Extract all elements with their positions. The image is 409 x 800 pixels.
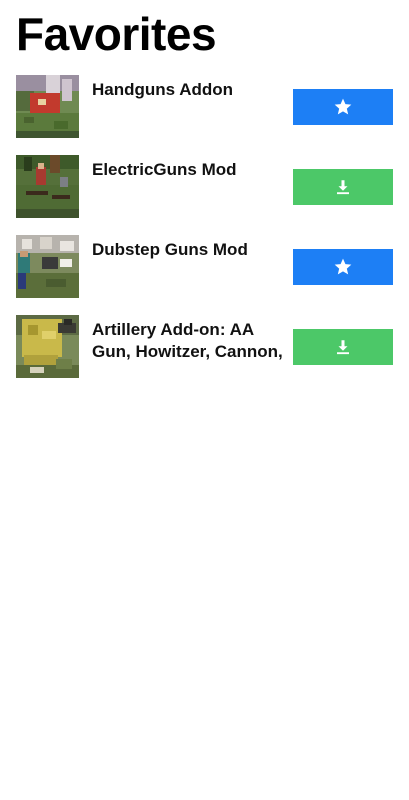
- favorite-button[interactable]: [293, 249, 393, 285]
- star-icon: [334, 258, 352, 275]
- list-item[interactable]: Dubstep Guns Mod: [0, 235, 409, 315]
- item-title: Dubstep Guns Mod: [92, 240, 248, 259]
- item-title: Handguns Addon: [92, 80, 234, 99]
- electricguns-thumbnail-image: [16, 155, 79, 218]
- list-item[interactable]: Artillery Add-on: AA Gun, Howitzer, Cann…: [0, 315, 409, 395]
- download-button[interactable]: [293, 329, 393, 365]
- item-thumbnail[interactable]: [16, 75, 79, 138]
- dubstepguns-thumbnail-image: [16, 235, 79, 298]
- download-icon: [337, 180, 349, 195]
- artillery-thumbnail-image: [16, 315, 79, 378]
- star-icon: [334, 98, 352, 115]
- item-title: ElectricGuns Mod: [92, 160, 237, 179]
- item-thumbnail[interactable]: [16, 315, 79, 378]
- item-thumbnail[interactable]: [16, 155, 79, 218]
- download-button[interactable]: [293, 169, 393, 205]
- page-title: Favorites: [16, 8, 217, 60]
- item-thumbnail[interactable]: [16, 235, 79, 298]
- item-title: Artillery Add-on: AA Gun, Howitzer, Cann…: [92, 320, 283, 361]
- favorite-button[interactable]: [293, 89, 393, 125]
- list-item[interactable]: Handguns Addon: [0, 75, 409, 155]
- handguns-thumbnail-image: [16, 75, 79, 138]
- download-icon: [337, 340, 349, 355]
- list-item[interactable]: ElectricGuns Mod: [0, 155, 409, 235]
- favorites-list: Handguns Addon ElectricGuns Mod Dubstep …: [0, 75, 409, 395]
